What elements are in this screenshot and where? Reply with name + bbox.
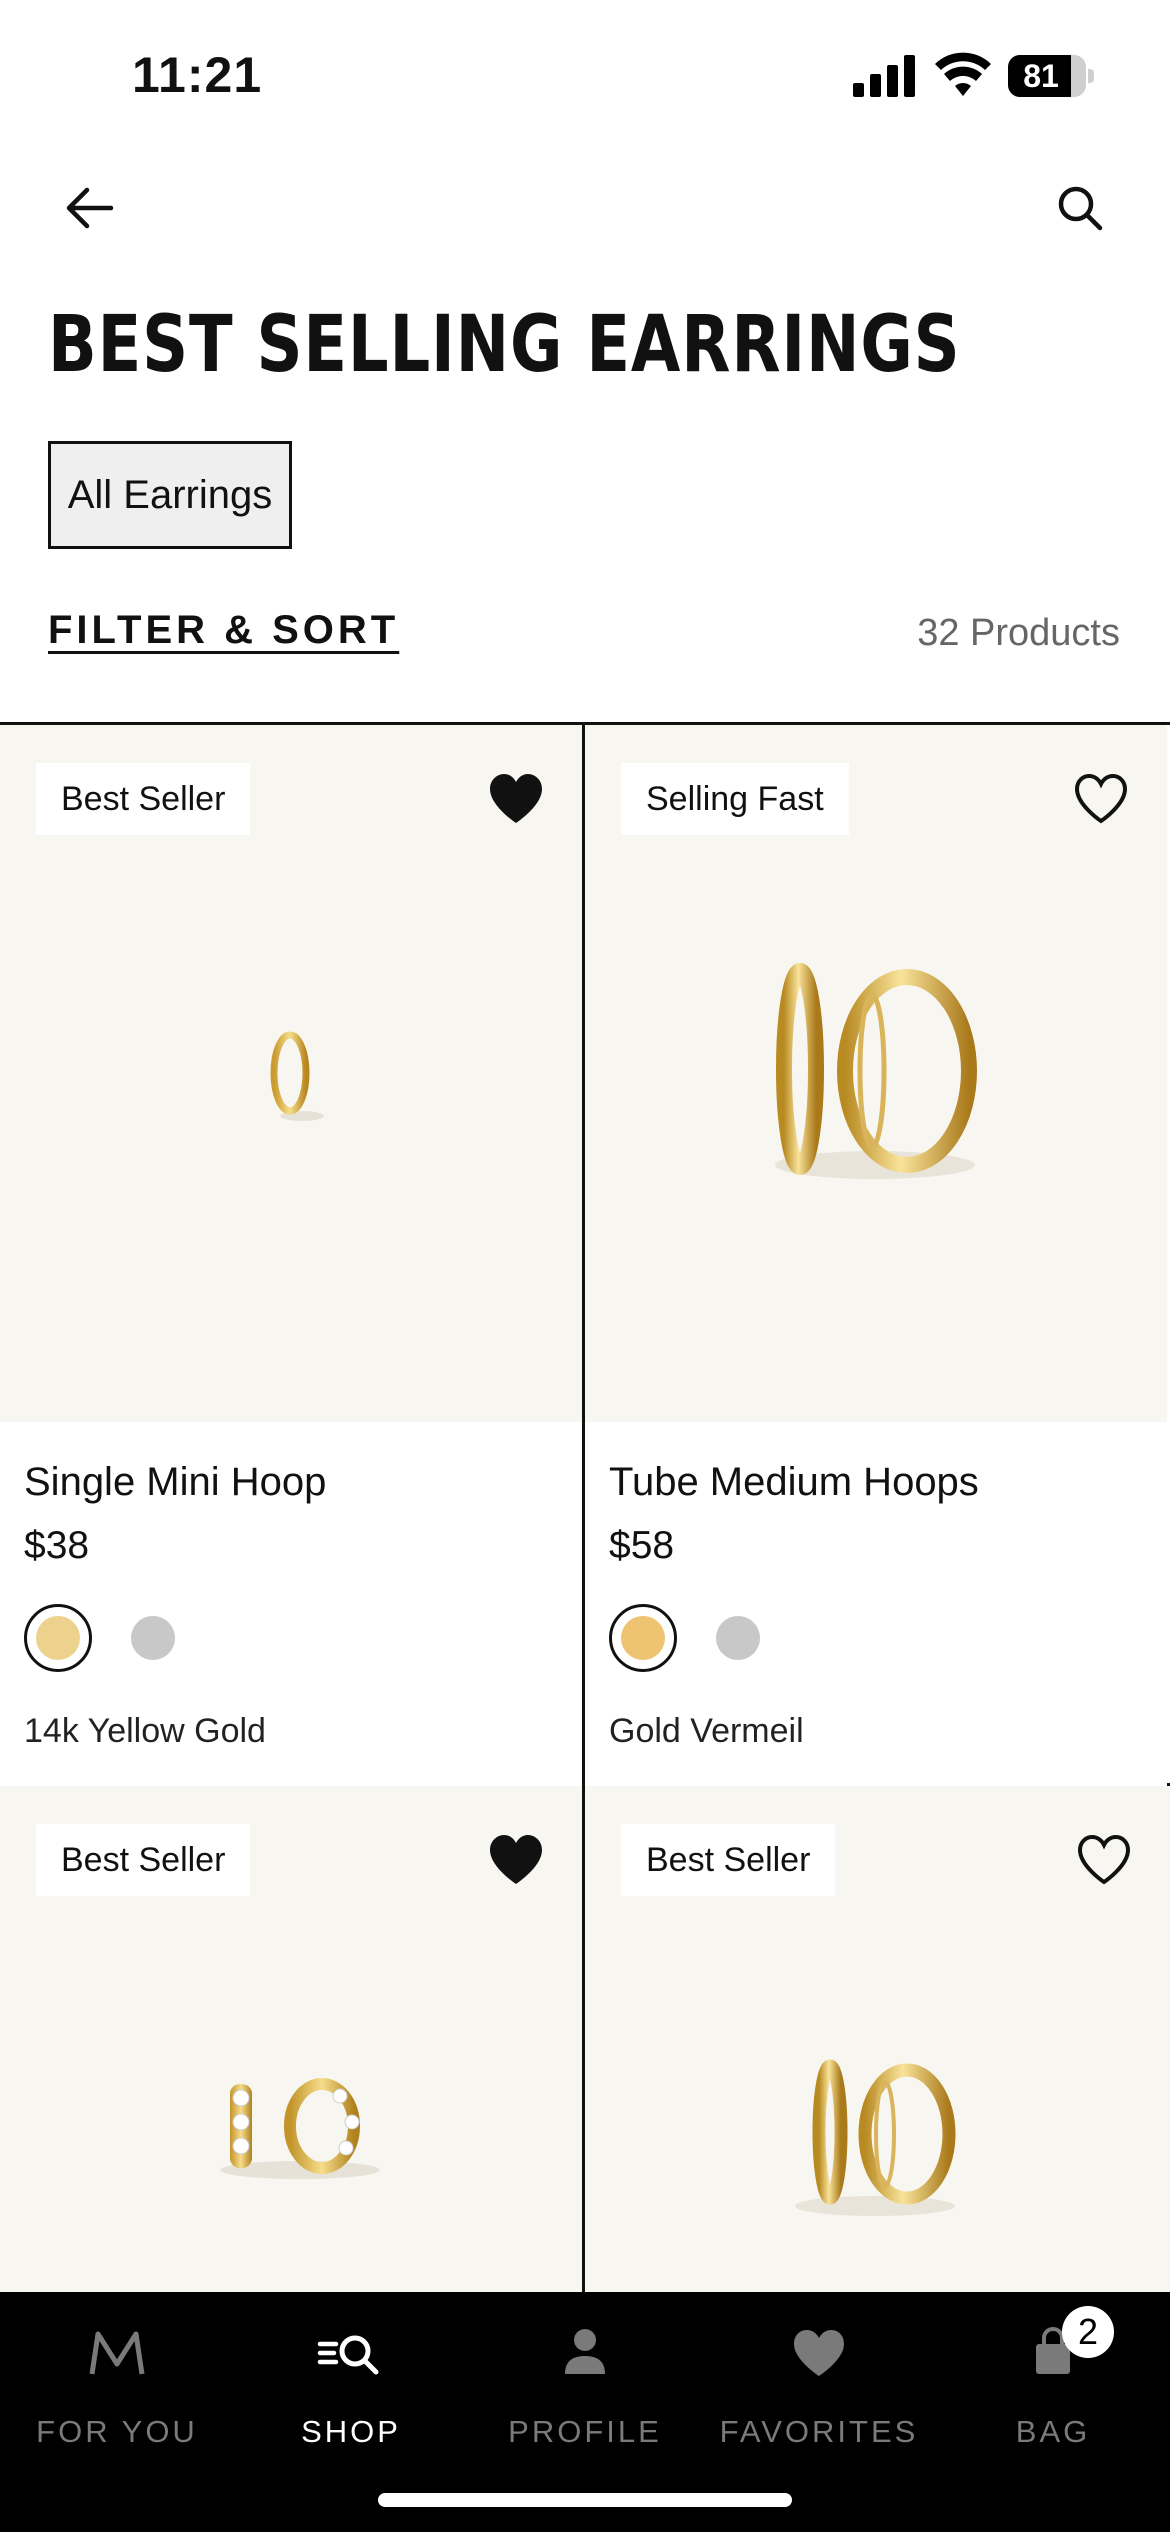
m-logo-icon <box>89 2331 145 2375</box>
color-swatches <box>24 1604 324 1672</box>
tab-label: FAVORITES <box>719 2414 919 2449</box>
swatch-gold-vermeil[interactable] <box>609 1604 677 1672</box>
favorite-heart-outline-icon[interactable] <box>1076 1834 1132 1886</box>
product-price: $58 <box>609 1524 675 1567</box>
search-icon <box>1058 186 1103 231</box>
battery-level: 81 <box>1023 58 1059 94</box>
product-info: Tube Medium Hoops $58 Gold Vermeil <box>585 1422 1167 1786</box>
tab-for-you[interactable]: FOR YOU <box>0 2292 234 2472</box>
swatch-yellow-gold[interactable] <box>24 1604 92 1672</box>
product-count: 32 Products <box>917 612 1120 654</box>
tab-label: PROFILE <box>508 2414 662 2449</box>
bag-count-badge: 2 <box>1062 2306 1114 2358</box>
filter-sort-button[interactable]: FILTER & SORT <box>48 608 399 653</box>
product-price: $38 <box>24 1524 90 1567</box>
product-badge: Best Seller <box>36 763 251 835</box>
product-badge: Best Seller <box>621 1824 836 1896</box>
tab-label: SHOP <box>301 2414 401 2449</box>
home-indicator[interactable] <box>378 2493 792 2507</box>
wifi-icon <box>935 52 991 96</box>
product-image[interactable]: Selling Fast <box>585 725 1167 1422</box>
tab-shop[interactable]: SHOP <box>234 2292 468 2472</box>
back-button[interactable] <box>58 176 122 240</box>
tab-label: FOR YOU <box>36 2414 198 2449</box>
swatch-dot <box>36 1616 80 1660</box>
product-variant: 14k Yellow Gold <box>24 1712 266 1750</box>
product-image[interactable]: Best Seller <box>0 725 582 1422</box>
product-name[interactable]: Tube Medium Hoops <box>609 1460 979 1505</box>
product-name[interactable]: Single Mini Hoop <box>24 1460 326 1505</box>
swatch-dot <box>621 1616 665 1660</box>
status-time: 11:21 <box>132 47 263 103</box>
tab-favorites[interactable]: FAVORITES <box>702 2292 936 2472</box>
tab-label: BAG <box>1015 2414 1091 2449</box>
shop-search-icon <box>317 2335 379 2375</box>
product-badge: Best Seller <box>36 1824 251 1896</box>
person-icon <box>565 2329 605 2374</box>
cellular-signal-icon <box>853 55 915 97</box>
product-variant: Gold Vermeil <box>609 1712 804 1750</box>
color-swatches <box>609 1604 909 1672</box>
product-info: Single Mini Hoop $38 14k Yellow Gold <box>0 1422 582 1786</box>
battery-icon: 81 <box>1008 55 1094 97</box>
heart-icon <box>794 2330 844 2376</box>
page-title: BEST SELLING EARRINGS <box>48 300 961 390</box>
favorite-heart-outline-icon[interactable] <box>1073 773 1129 825</box>
product-image[interactable]: Best Seller <box>0 1786 582 2292</box>
swatch-silver[interactable] <box>716 1616 760 1660</box>
product-image[interactable]: Best Seller <box>585 1786 1170 2292</box>
tab-bag[interactable]: BAG <box>936 2292 1170 2472</box>
status-bar: 11:21 81 <box>0 0 1170 150</box>
category-chip-all-earrings[interactable]: All Earrings <box>48 441 292 549</box>
product-badge: Selling Fast <box>621 763 849 835</box>
arrow-left-icon <box>66 187 114 229</box>
search-button[interactable] <box>1048 176 1112 240</box>
favorite-heart-filled-icon[interactable] <box>488 1834 544 1886</box>
favorite-heart-filled-icon[interactable] <box>488 773 544 825</box>
tab-profile[interactable]: PROFILE <box>468 2292 702 2472</box>
swatch-silver[interactable] <box>131 1616 175 1660</box>
